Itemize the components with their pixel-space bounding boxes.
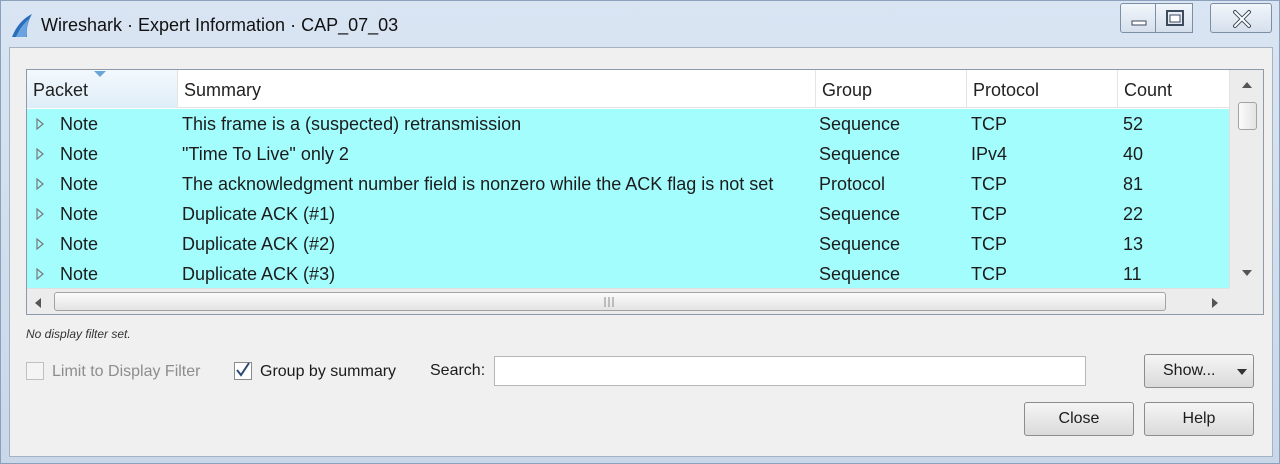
expert-info-tree[interactable]: Packet Summary Group Protocol Count Note… xyxy=(26,69,1264,315)
triangle-right-icon[interactable] xyxy=(35,178,45,190)
severity-cell: Note xyxy=(60,114,99,134)
close-button[interactable]: Close xyxy=(1024,402,1134,436)
tree-row[interactable]: Note Duplicate ACK (#1) Sequence TCP 22 xyxy=(27,199,1229,229)
show-dropdown-button[interactable]: Show... xyxy=(1144,354,1254,388)
protocol-cell: TCP xyxy=(971,234,1007,254)
summary-cell: The acknowledgment number field is nonze… xyxy=(182,174,774,194)
summary-cell: Duplicate ACK (#2) xyxy=(182,234,336,254)
summary-cell: "Time To Live" only 2 xyxy=(182,144,349,164)
column-header-group[interactable]: Group xyxy=(816,70,967,108)
group-cell: Protocol xyxy=(819,174,886,194)
tree-rows: Note This frame is a (suspected) retrans… xyxy=(27,109,1229,289)
tree-row[interactable]: Note "Time To Live" only 2 Sequence IPv4… xyxy=(27,139,1229,169)
column-header-protocol[interactable]: Protocol xyxy=(967,70,1118,108)
protocol-cell: IPv4 xyxy=(971,144,1008,164)
limit-to-display-filter-checkbox[interactable] xyxy=(26,362,44,380)
horizontal-scrollbar[interactable] xyxy=(27,288,1229,314)
search-input[interactable] xyxy=(494,356,1086,386)
maximize-icon xyxy=(1166,10,1184,26)
column-header-summary[interactable]: Summary xyxy=(178,70,816,108)
triangle-right-icon[interactable] xyxy=(35,118,45,130)
count-cell: 22 xyxy=(1123,204,1144,224)
scroll-up-arrow-icon[interactable] xyxy=(1240,80,1254,90)
limit-to-display-filter-label: Limit to Display Filter xyxy=(52,363,201,380)
column-header-label: Group xyxy=(822,80,873,100)
protocol-cell: TCP xyxy=(971,114,1007,134)
column-header-label: Count xyxy=(1124,80,1173,100)
protocol-cell: TCP xyxy=(971,204,1007,224)
group-by-summary-label: Group by summary xyxy=(260,363,397,380)
vertical-scrollbar[interactable] xyxy=(1229,70,1263,288)
count-cell: 11 xyxy=(1123,264,1142,284)
column-header-count[interactable]: Count xyxy=(1118,70,1229,108)
scroll-left-arrow-icon[interactable] xyxy=(33,296,43,310)
tree-row[interactable]: Note This frame is a (suspected) retrans… xyxy=(27,109,1229,139)
scroll-right-arrow-icon[interactable] xyxy=(1210,296,1220,310)
severity-cell: Note xyxy=(60,204,99,224)
tree-row[interactable]: Note Duplicate ACK (#3) Sequence TCP 11 xyxy=(27,259,1229,289)
tree-header: Packet Summary Group Protocol Count xyxy=(27,70,1229,108)
group-cell: Sequence xyxy=(819,144,901,164)
summary-cell: This frame is a (suspected) retransmissi… xyxy=(182,114,522,134)
count-cell: 52 xyxy=(1123,114,1144,134)
summary-cell: Duplicate ACK (#3) xyxy=(182,264,336,284)
display-filter-status: No display filter set. xyxy=(26,327,131,341)
close-icon xyxy=(1233,10,1251,28)
group-by-summary-checkbox[interactable] xyxy=(234,362,252,380)
vertical-scroll-thumb[interactable] xyxy=(1238,102,1257,130)
search-label: Search: xyxy=(430,362,486,379)
window-close-button[interactable] xyxy=(1210,3,1272,33)
protocol-cell: TCP xyxy=(971,174,1007,194)
severity-cell: Note xyxy=(60,234,99,254)
column-header-packet[interactable]: Packet xyxy=(27,70,178,108)
window-title: Wireshark · Expert Information · CAP_07_… xyxy=(41,15,399,35)
triangle-right-icon[interactable] xyxy=(35,148,45,160)
column-header-label: Packet xyxy=(33,80,89,100)
severity-cell: Note xyxy=(60,144,99,164)
column-header-label: Summary xyxy=(184,80,262,100)
protocol-cell: TCP xyxy=(971,264,1007,284)
checkmark-icon xyxy=(236,362,250,377)
tree-row[interactable]: Note The acknowledgment number field is … xyxy=(27,169,1229,199)
group-cell: Sequence xyxy=(819,264,901,284)
count-cell: 40 xyxy=(1123,144,1144,164)
maximize-button[interactable] xyxy=(1155,3,1193,33)
horizontal-scroll-thumb[interactable] xyxy=(54,292,1166,311)
grip-icon xyxy=(604,297,614,307)
expert-information-window: Wireshark · Expert Information · CAP_07_… xyxy=(0,0,1280,464)
dialog-body: Packet Summary Group Protocol Count Note… xyxy=(9,47,1273,457)
triangle-right-icon[interactable] xyxy=(35,238,45,250)
count-cell: 13 xyxy=(1123,234,1144,254)
triangle-right-icon[interactable] xyxy=(35,208,45,220)
show-button-label: Show... xyxy=(1163,362,1216,379)
help-button[interactable]: Help xyxy=(1144,402,1254,436)
group-cell: Sequence xyxy=(819,234,901,254)
tree-row[interactable]: Note Duplicate ACK (#2) Sequence TCP 13 xyxy=(27,229,1229,259)
scrollbar-corner xyxy=(1229,288,1263,314)
sort-descending-icon xyxy=(94,71,106,77)
count-cell: 81 xyxy=(1123,174,1144,194)
dropdown-arrow-icon xyxy=(1237,369,1247,375)
minimize-button[interactable] xyxy=(1120,3,1156,33)
group-cell: Sequence xyxy=(819,204,901,224)
triangle-right-icon[interactable] xyxy=(35,268,45,280)
wireshark-fin-icon xyxy=(12,14,32,37)
title-bar[interactable]: Wireshark · Expert Information · CAP_07_… xyxy=(1,1,1280,49)
severity-cell: Note xyxy=(60,174,99,194)
minimize-icon xyxy=(1131,20,1147,26)
summary-cell: Duplicate ACK (#1) xyxy=(182,204,336,224)
group-cell: Sequence xyxy=(819,114,901,134)
column-header-label: Protocol xyxy=(973,80,1040,100)
scroll-down-arrow-icon[interactable] xyxy=(1240,268,1254,278)
severity-cell: Note xyxy=(60,264,99,284)
